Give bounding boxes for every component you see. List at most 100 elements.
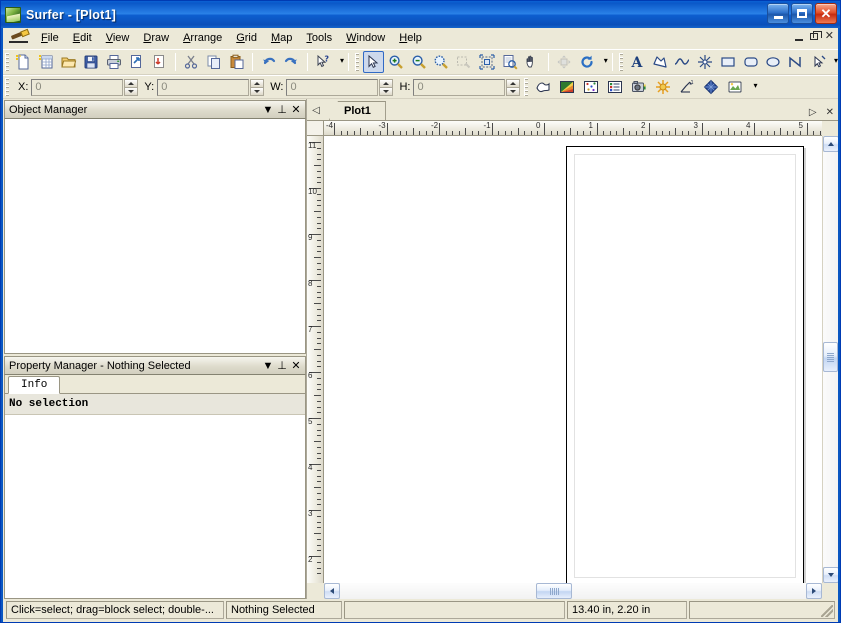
page-view-icon[interactable] — [499, 51, 520, 73]
scroll-down-button[interactable] — [823, 567, 838, 583]
toolbar-overflow-icon[interactable]: ▾ — [604, 59, 608, 66]
paste-icon[interactable] — [226, 51, 247, 73]
fit-to-window-icon[interactable] — [476, 51, 497, 73]
width-field[interactable]: 0 — [286, 79, 378, 96]
minimize-button[interactable] — [767, 3, 789, 24]
toolbar-overflow-icon[interactable]: ▾ — [753, 84, 757, 91]
pan-hand-icon[interactable] — [522, 51, 543, 73]
context-help-icon[interactable]: ? — [313, 51, 334, 73]
new-worksheet-icon[interactable] — [36, 51, 57, 73]
export-icon[interactable] — [149, 51, 170, 73]
zoom-selected-icon[interactable] — [431, 51, 452, 73]
mdi-close-button[interactable]: ✕ — [825, 31, 834, 41]
menu-arrange[interactable]: Arrange — [176, 29, 229, 47]
menu-draw[interactable]: Draw — [136, 29, 176, 47]
tab-scroll-right-icon[interactable]: ▷ — [809, 107, 817, 118]
close-button[interactable]: ✕ — [815, 3, 837, 24]
toolbar-grip[interactable] — [524, 78, 528, 96]
base-map-icon[interactable] — [532, 76, 554, 98]
y-coordinate-stepper[interactable] — [250, 79, 264, 96]
toolbar-grip[interactable] — [619, 53, 623, 71]
vertical-scroll-track[interactable] — [823, 152, 838, 567]
object-manager-tree[interactable] — [4, 118, 306, 354]
zoom-limits-icon[interactable] — [454, 51, 475, 73]
post-map-icon[interactable] — [580, 76, 602, 98]
scroll-right-button[interactable] — [806, 583, 822, 599]
polyline-tool-icon[interactable] — [672, 51, 693, 73]
tab-scroll-left-icon[interactable]: ◁ — [309, 101, 323, 119]
toolbar-grip[interactable] — [5, 53, 9, 71]
scroll-up-button[interactable] — [823, 136, 838, 152]
toolbar-overflow-icon[interactable]: ▾ — [340, 59, 344, 66]
toolbar-overflow-icon[interactable]: ▾ — [834, 59, 838, 66]
menu-grid[interactable]: Grid — [229, 29, 264, 47]
page-sheet[interactable] — [566, 146, 804, 583]
redo-icon[interactable] — [281, 51, 302, 73]
new-plot-icon[interactable] — [13, 51, 34, 73]
classed-post-map-icon[interactable] — [604, 76, 626, 98]
save-icon[interactable] — [81, 51, 102, 73]
pin-icon[interactable]: ⊥ — [275, 359, 289, 373]
width-stepper[interactable] — [379, 79, 393, 96]
cut-icon[interactable] — [181, 51, 202, 73]
polygon-tool-icon[interactable] — [649, 51, 670, 73]
vertical-scroll-thumb[interactable] — [823, 342, 838, 372]
refresh-icon[interactable] — [576, 51, 597, 73]
height-stepper[interactable] — [506, 79, 520, 96]
menu-tools[interactable]: Tools — [299, 29, 339, 47]
shaded-relief-map-icon[interactable] — [652, 76, 674, 98]
horizontal-scrollbar[interactable] — [324, 583, 822, 599]
horizontal-scroll-track[interactable] — [340, 583, 806, 599]
open-icon[interactable] — [58, 51, 79, 73]
menu-file[interactable]: File — [34, 29, 66, 47]
ellipse-tool-icon[interactable] — [763, 51, 784, 73]
tab-info[interactable]: Info — [8, 376, 60, 394]
tab-close-icon[interactable]: ✕ — [826, 107, 834, 118]
zoom-out-icon[interactable] — [408, 51, 429, 73]
surface-icon[interactable] — [724, 76, 746, 98]
menu-window[interactable]: Window — [339, 29, 392, 47]
menu-edit[interactable]: Edit — [66, 29, 99, 47]
import-icon[interactable] — [126, 51, 147, 73]
horizontal-scroll-thumb[interactable] — [536, 583, 572, 599]
panel-menu-icon[interactable]: ▼ — [261, 359, 275, 373]
zoom-in-icon[interactable] — [386, 51, 407, 73]
y-coordinate-field[interactable]: 0 — [157, 79, 249, 96]
contour-map-icon[interactable] — [556, 76, 578, 98]
height-field[interactable]: 0 — [413, 79, 505, 96]
ruler-major-tick — [544, 123, 545, 135]
copy-icon[interactable] — [204, 51, 225, 73]
select-arrow-icon[interactable] — [363, 51, 384, 73]
zoom-realtime-icon[interactable] — [554, 51, 575, 73]
vector-map-icon[interactable]: 1 — [676, 76, 698, 98]
menu-help[interactable]: Help — [392, 29, 429, 47]
rounded-rect-tool-icon[interactable] — [740, 51, 761, 73]
mdi-restore-button[interactable] — [810, 33, 818, 40]
panel-menu-icon[interactable]: ▼ — [261, 103, 275, 117]
maximize-button[interactable] — [791, 3, 813, 24]
close-icon[interactable]: ✕ — [289, 103, 303, 117]
scroll-left-button[interactable] — [324, 583, 340, 599]
mdi-minimize-button[interactable] — [795, 32, 803, 41]
resize-grip-icon[interactable] — [821, 605, 833, 617]
close-icon[interactable]: ✕ — [289, 359, 303, 373]
plot-canvas[interactable] — [324, 136, 822, 583]
pin-icon[interactable]: ⊥ — [275, 103, 289, 117]
undo-icon[interactable] — [258, 51, 279, 73]
vertical-scrollbar[interactable] — [822, 136, 838, 583]
spline-polyline-tool-icon[interactable] — [786, 51, 807, 73]
toolbar-grip[interactable] — [355, 53, 359, 71]
x-coordinate-stepper[interactable] — [124, 79, 138, 96]
rectangle-tool-icon[interactable] — [718, 51, 739, 73]
edit-nodes-icon[interactable] — [808, 51, 829, 73]
symbol-tool-icon[interactable] — [695, 51, 716, 73]
print-icon[interactable] — [104, 51, 125, 73]
menu-map[interactable]: Map — [264, 29, 299, 47]
tab-plot1[interactable]: Plot1 — [329, 101, 386, 120]
menu-view[interactable]: View — [99, 29, 137, 47]
toolbar-grip[interactable] — [5, 78, 9, 96]
image-map-icon[interactable] — [628, 76, 650, 98]
x-coordinate-field[interactable]: 0 — [31, 79, 123, 96]
wireframe-icon[interactable] — [700, 76, 722, 98]
text-tool-icon[interactable]: A — [627, 51, 648, 73]
